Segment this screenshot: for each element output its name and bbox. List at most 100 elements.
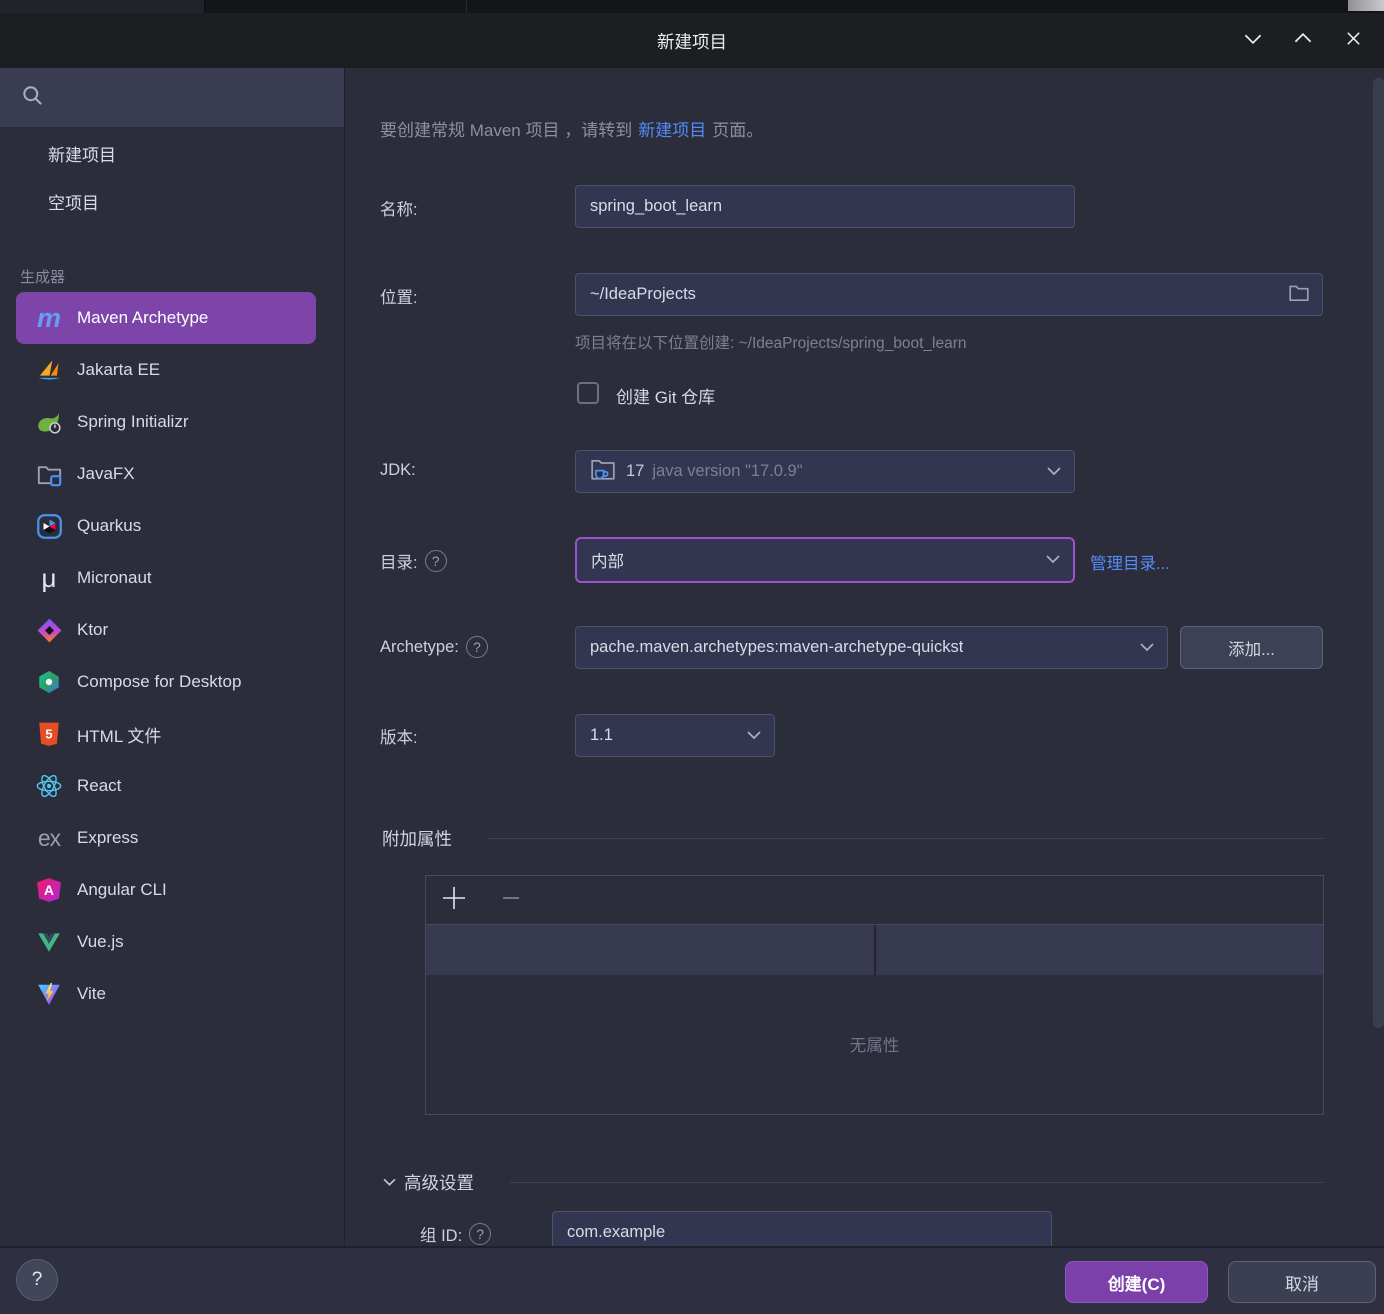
add-archetype-button[interactable]: 添加... — [1180, 626, 1323, 669]
git-checkbox[interactable] — [577, 382, 599, 404]
sidebar-item-ktor[interactable]: Ktor — [0, 604, 343, 656]
chevron-down-icon — [1243, 32, 1263, 50]
properties-table-header — [426, 925, 1323, 975]
sidebar-item-vuejs[interactable]: Vue.js — [0, 916, 343, 968]
close-icon — [1345, 30, 1362, 52]
table-header-cell[interactable] — [876, 925, 1324, 975]
git-checkbox-label: 创建 Git 仓库 — [616, 383, 715, 408]
sidebar-item-empty-project[interactable]: 空项目 — [0, 180, 343, 228]
folder-icon[interactable] — [1288, 282, 1310, 307]
sidebar-item-jakarta-ee[interactable]: Jakarta EE — [0, 344, 343, 396]
generators-section-label: 生成器 — [20, 266, 65, 287]
properties-table: 无属性 — [425, 875, 1324, 1115]
react-icon — [34, 771, 64, 801]
catalog-label: 目录: ? — [380, 549, 447, 573]
generator-list: m Maven Archetype Jakarta EE Spring Init… — [0, 292, 343, 1020]
chevron-down-icon — [1139, 638, 1155, 657]
sidebar-item-compose-for-desktop[interactable]: Compose for Desktop — [0, 656, 343, 708]
name-input[interactable] — [575, 185, 1075, 228]
banner-new-project-link[interactable]: 新建项目 — [638, 121, 706, 140]
micronaut-icon: μ — [34, 563, 64, 593]
chevron-down-icon — [746, 726, 762, 745]
divider — [466, 0, 467, 13]
javafx-icon — [34, 459, 64, 489]
archetype-label: Archetype: ? — [380, 636, 488, 658]
sidebar-top-items: 新建项目 空项目 — [0, 132, 343, 228]
chevron-down-icon — [1045, 551, 1061, 570]
sidebar-item-maven-archetype[interactable]: m Maven Archetype — [16, 292, 316, 344]
jdk-folder-icon — [590, 457, 616, 486]
sidebar-item-javafx[interactable]: JavaFX — [0, 448, 343, 500]
jdk-detail: java version "17.0.9" — [652, 462, 802, 481]
properties-section-title: 附加属性 — [382, 826, 452, 851]
table-header-cell[interactable] — [426, 925, 876, 975]
jdk-label: JDK: — [380, 461, 416, 480]
catalog-dropdown[interactable]: 内部 — [575, 537, 1075, 583]
banner-prefix: 要创建常规 Maven 项目 ，请转到 — [380, 121, 632, 140]
banner-suffix: 页面。 — [712, 121, 763, 140]
dialog-titlebar: 新建项目 — [0, 13, 1384, 68]
background-window-strip — [0, 0, 1384, 13]
vite-icon — [34, 979, 64, 1009]
scrollbar[interactable] — [1373, 78, 1384, 1028]
location-input[interactable]: ~/IdeaProjects — [575, 273, 1323, 316]
compose-icon — [34, 667, 64, 697]
background-window-corner — [1348, 0, 1384, 11]
sidebar-item-express[interactable]: ex Express — [0, 812, 343, 864]
divider — [510, 1182, 1324, 1183]
help-button[interactable]: ? — [16, 1259, 58, 1301]
divider — [487, 838, 1324, 839]
close-button[interactable] — [1328, 13, 1378, 68]
chevron-up-icon — [1293, 32, 1313, 50]
dialog-title: 新建项目 — [0, 29, 1384, 54]
svg-text:5: 5 — [45, 726, 52, 741]
express-icon: ex — [34, 823, 64, 853]
group-id-label: 组 ID: ? — [420, 1222, 491, 1246]
version-dropdown[interactable]: 1.1 — [575, 714, 775, 757]
collapse-chevron-icon[interactable] — [382, 1174, 397, 1192]
sidebar-item-quarkus[interactable]: Quarkus — [0, 500, 343, 552]
sidebar-item-vite[interactable]: Vite — [0, 968, 343, 1020]
search-field[interactable] — [0, 68, 344, 128]
sidebar-item-html-file[interactable]: 5 HTML 文件 — [0, 708, 343, 760]
jdk-version: 17 — [626, 462, 644, 481]
jdk-dropdown[interactable]: 17 java version "17.0.9" — [575, 450, 1075, 493]
advanced-section-title[interactable]: 高级设置 — [404, 1170, 474, 1195]
dialog-footer: ? 创建(C) 取消 — [0, 1246, 1384, 1314]
sidebar-item-react[interactable]: React — [0, 760, 343, 812]
remove-property-icon[interactable] — [500, 887, 522, 914]
angular-icon: A — [34, 875, 64, 905]
chevron-down-icon — [1046, 462, 1062, 481]
manage-catalogs-link[interactable]: 管理目录... — [1090, 550, 1170, 574]
cancel-button[interactable]: 取消 — [1228, 1261, 1376, 1303]
jakarta-ee-icon — [34, 355, 64, 385]
add-property-icon[interactable] — [442, 886, 466, 915]
version-label: 版本: — [380, 724, 418, 748]
quarkus-icon — [34, 511, 64, 541]
location-label: 位置: — [380, 284, 418, 308]
location-hint: 项目将在以下位置创建: ~/IdeaProjects/spring_boot_l… — [575, 331, 967, 353]
help-icon[interactable]: ? — [469, 1223, 491, 1245]
maximize-button[interactable] — [1278, 13, 1328, 68]
properties-toolbar — [426, 876, 1323, 925]
window-controls — [1228, 13, 1378, 68]
archetype-dropdown[interactable]: pache.maven.archetypes:maven-archetype-q… — [575, 626, 1168, 669]
search-icon — [21, 84, 44, 112]
sidebar: 新建项目 空项目 生成器 m Maven Archetype Jakarta E… — [0, 68, 345, 1246]
help-icon[interactable]: ? — [425, 550, 447, 572]
spring-icon — [34, 407, 64, 437]
banner: 要创建常规 Maven 项目 ，请转到新建项目页面。 — [380, 116, 763, 141]
sidebar-item-angular-cli[interactable]: A Angular CLI — [0, 864, 343, 916]
sidebar-item-new-project[interactable]: 新建项目 — [0, 132, 343, 180]
html5-icon: 5 — [34, 719, 64, 749]
help-icon[interactable]: ? — [466, 636, 488, 658]
vue-icon — [34, 927, 64, 957]
ktor-icon — [34, 615, 64, 645]
background-window-tab — [0, 0, 205, 13]
sidebar-item-spring-initializr[interactable]: Spring Initializr — [0, 396, 343, 448]
minimize-button[interactable] — [1228, 13, 1278, 68]
name-label: 名称: — [380, 196, 418, 220]
sidebar-item-micronaut[interactable]: μ Micronaut — [0, 552, 343, 604]
properties-empty-text: 无属性 — [426, 975, 1323, 1113]
create-button[interactable]: 创建(C) — [1065, 1261, 1208, 1303]
